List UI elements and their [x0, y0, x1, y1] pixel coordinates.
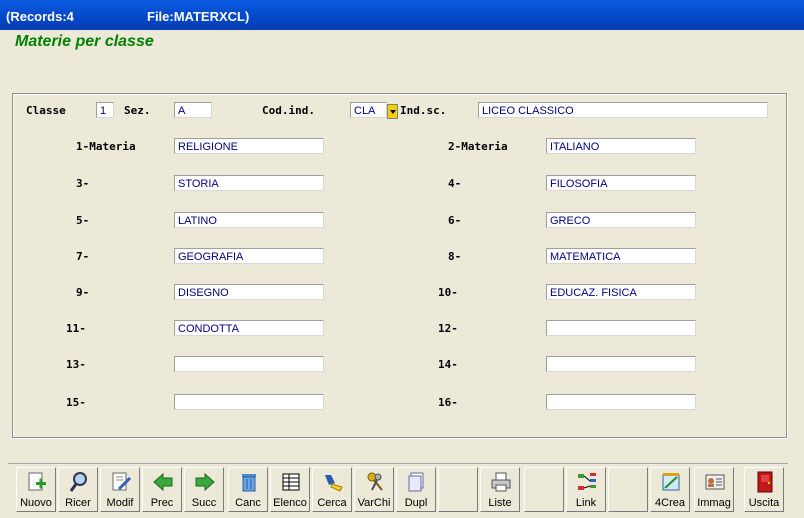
uscita-button[interactable]: Uscita	[744, 467, 784, 512]
empty-button-3[interactable]	[608, 467, 648, 512]
subject-field-16[interactable]	[546, 394, 696, 410]
new-document-icon	[28, 472, 46, 491]
canc-label: Canc	[235, 497, 261, 509]
printer-icon	[491, 472, 511, 492]
magnifier-icon	[69, 472, 87, 492]
subject-field-7[interactable]: GEOGRAFIA	[174, 248, 324, 264]
edit-document-icon	[112, 472, 132, 491]
subject-field-3[interactable]: STORIA	[174, 175, 324, 191]
prec-button[interactable]: Prec	[142, 467, 182, 512]
duplicate-icon	[408, 472, 424, 492]
liste-label: Liste	[488, 497, 512, 509]
keys-icon	[367, 472, 383, 491]
empty-button-1[interactable]	[438, 467, 478, 512]
ricer-button[interactable]: Ricer	[58, 467, 98, 512]
empty-button-2[interactable]	[524, 467, 564, 512]
subject-field-10[interactable]: EDUCAZ. FISICA	[546, 284, 696, 300]
dupl-label: Dupl	[404, 497, 428, 509]
immag-label: Immag	[697, 497, 731, 509]
subject-field-14[interactable]	[546, 356, 696, 372]
link-tree-icon	[578, 473, 596, 490]
flashlight-icon	[325, 475, 343, 492]
classe-field[interactable]: 1	[96, 102, 114, 118]
cerca-label: Cerca	[317, 497, 347, 509]
codind-label: Cod.ind.	[262, 104, 315, 117]
exit-door-icon	[757, 471, 773, 493]
varchi-button[interactable]: VarChi	[354, 467, 394, 512]
title-bar: (Records:4 File:MATERXCL)	[0, 0, 804, 30]
modif-label: Modif	[106, 497, 134, 509]
classe-label: Classe	[26, 104, 66, 117]
id-card-icon	[705, 474, 725, 490]
subject-label-15: 15-	[66, 396, 86, 409]
succ-button[interactable]: Succ	[184, 467, 224, 512]
file-name: File:MATERXCL)	[147, 9, 250, 24]
indsc-label: Ind.sc.	[400, 104, 447, 117]
subject-field-12[interactable]	[546, 320, 696, 336]
elenco-label: Elenco	[273, 497, 307, 509]
nuovo-button[interactable]: Nuovo	[16, 467, 56, 512]
modif-button[interactable]: Modif	[100, 467, 140, 512]
liste-button[interactable]: Liste	[480, 467, 520, 512]
canc-button[interactable]: Canc	[228, 467, 268, 512]
subject-label-5: 5-	[76, 214, 90, 227]
immag-button[interactable]: Immag	[694, 467, 734, 512]
subject-label-16: 16-	[438, 396, 458, 409]
subject-field-11[interactable]: CONDOTTA	[174, 320, 324, 336]
subject-label-3: 3-	[76, 177, 90, 190]
sez-label: Sez.	[124, 104, 151, 117]
codind-field[interactable]: CLA	[350, 102, 387, 118]
subject-field-4[interactable]: FILOSOFIA	[546, 175, 696, 191]
subject-label-14: 14-	[438, 358, 458, 371]
elenco-button[interactable]: Elenco	[270, 467, 310, 512]
arrow-left-icon	[153, 472, 173, 492]
crea-button[interactable]: 4Crea	[650, 467, 690, 512]
link-label: Link	[575, 497, 597, 509]
subject-label-6: 6-	[448, 214, 462, 227]
sez-field[interactable]: A	[174, 102, 212, 118]
table-icon	[282, 473, 300, 491]
toolbar: Nuovo Ricer Modif Prec Succ Canc Elenco …	[8, 463, 788, 514]
nuovo-label: Nuovo	[20, 497, 52, 509]
subject-field-5[interactable]: LATINO	[174, 212, 324, 228]
subject-label-1: 1-Materia	[76, 140, 136, 153]
subject-field-9[interactable]: DISEGNO	[174, 284, 324, 300]
uscita-label: Uscita	[748, 497, 780, 509]
subject-field-15[interactable]	[174, 394, 324, 410]
form-title: Materie per classe	[15, 33, 154, 50]
link-button[interactable]: Link	[566, 467, 606, 512]
subject-label-12: 12-	[438, 322, 458, 335]
subject-label-11: 11-	[66, 322, 86, 335]
dupl-button[interactable]: Dupl	[396, 467, 436, 512]
succ-label: Succ	[191, 497, 217, 509]
subject-field-8[interactable]: MATEMATICA	[546, 248, 696, 264]
arrow-right-icon	[195, 472, 215, 492]
subject-field-2[interactable]: ITALIANO	[546, 138, 696, 154]
subject-field-6[interactable]: GRECO	[546, 212, 696, 228]
subject-label-10: 10-	[438, 286, 458, 299]
crea-label: 4Crea	[655, 497, 685, 509]
varchi-label: VarChi	[357, 497, 391, 509]
trash-icon	[242, 474, 256, 492]
subject-field-13[interactable]	[174, 356, 324, 372]
subject-label-7: 7-	[76, 250, 90, 263]
create-tools-icon	[662, 473, 680, 491]
subject-label-8: 8-	[448, 250, 462, 263]
cerca-button[interactable]: Cerca	[312, 467, 352, 512]
subject-label-9: 9-	[76, 286, 90, 299]
prec-label: Prec	[150, 497, 174, 509]
subject-label-4: 4-	[448, 177, 462, 190]
records-count: (Records:4	[6, 9, 74, 24]
codind-dropdown-button[interactable]	[387, 104, 398, 119]
subject-label-2: 2-Materia	[448, 140, 508, 153]
indsc-field[interactable]: LICEO CLASSICO	[478, 102, 768, 118]
subject-field-1[interactable]: RELIGIONE	[174, 138, 324, 154]
subject-label-13: 13-	[66, 358, 86, 371]
ricer-label: Ricer	[65, 497, 91, 509]
